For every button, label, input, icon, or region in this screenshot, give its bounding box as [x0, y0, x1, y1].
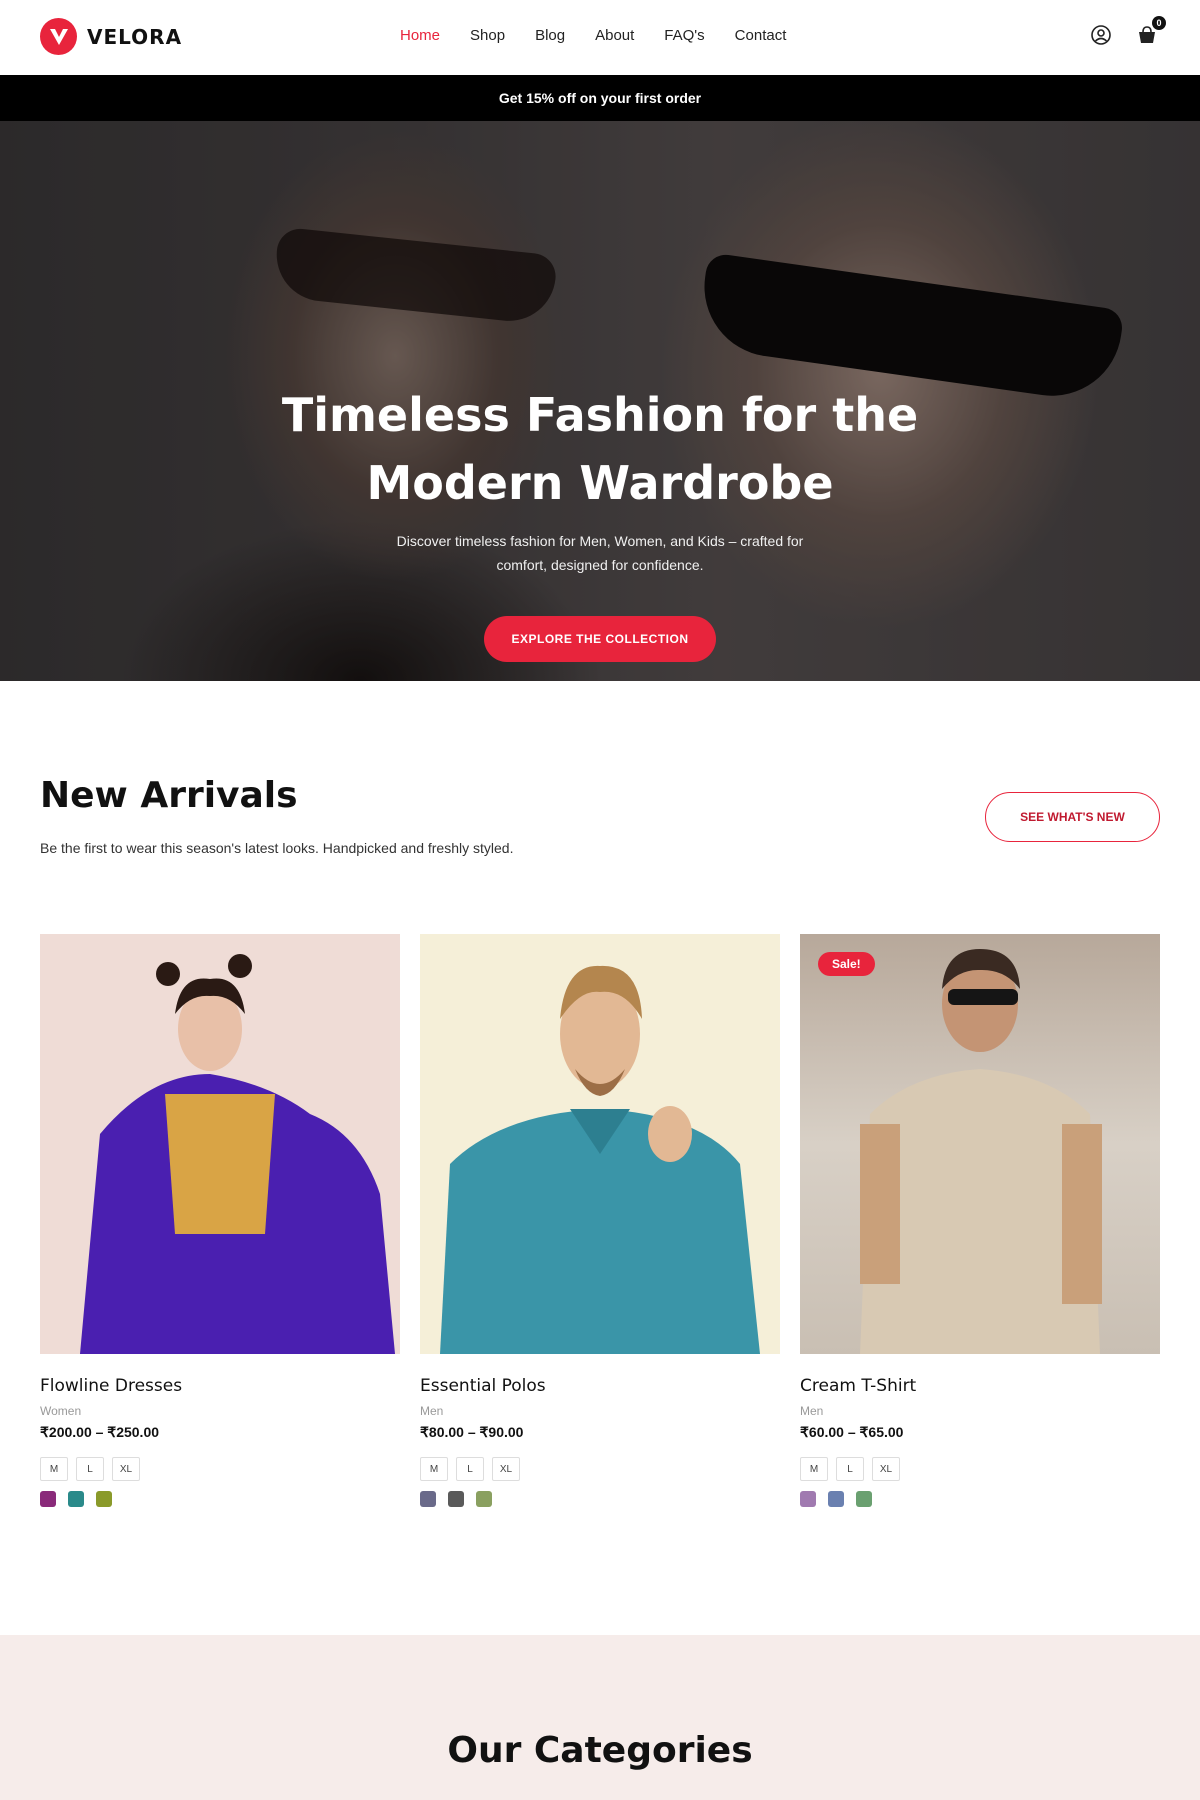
hero-title-line1: Timeless Fashion for the	[281, 388, 919, 442]
color-swatches	[800, 1491, 1160, 1507]
hero-title-line2: Modern Wardrobe	[366, 456, 834, 510]
color-swatches	[420, 1491, 780, 1507]
color-swatch[interactable]	[856, 1491, 872, 1507]
brand-name: VELORA	[87, 24, 183, 49]
color-swatch[interactable]	[800, 1491, 816, 1507]
product-image[interactable]	[40, 934, 400, 1354]
color-swatch[interactable]	[96, 1491, 112, 1507]
size-option[interactable]: XL	[872, 1457, 900, 1481]
main-nav: Home Shop Blog About FAQ's Contact	[400, 27, 816, 44]
nav-item-shop[interactable]: Shop	[470, 27, 505, 44]
color-swatch[interactable]	[420, 1491, 436, 1507]
cart-icon[interactable]: 0	[1134, 16, 1166, 48]
header-icons: 0	[1088, 16, 1166, 48]
color-swatch[interactable]	[448, 1491, 464, 1507]
size-option[interactable]: L	[456, 1457, 484, 1481]
size-options: M L XL	[40, 1457, 400, 1481]
product-image[interactable]: Sale!	[800, 934, 1160, 1354]
size-options: M L XL	[420, 1457, 780, 1481]
product-image[interactable]	[420, 934, 780, 1354]
product-category: Women	[40, 1404, 82, 1418]
brand-logo[interactable]: VELORA	[40, 18, 182, 55]
hero-subtitle: Discover timeless fashion for Men, Women…	[360, 529, 840, 577]
color-swatch[interactable]	[828, 1491, 844, 1507]
hero-title: Timeless Fashion for the Modern Wardrobe	[0, 381, 1200, 517]
promo-bar: Get 15% off on your first order	[0, 75, 1200, 121]
product-price: ₹80.00 – ₹90.00	[420, 1424, 524, 1440]
product-card[interactable]: Flowline Dresses Women ₹200.00 – ₹250.00…	[40, 934, 400, 1507]
product-price: ₹200.00 – ₹250.00	[40, 1424, 160, 1440]
product-price: ₹60.00 – ₹65.00	[800, 1424, 904, 1440]
categories-section: Our Categories	[0, 1635, 1200, 1800]
categories-title: Our Categories	[447, 1730, 753, 1771]
cart-count-badge: 0	[1152, 16, 1166, 30]
hero-banner: Timeless Fashion for the Modern Wardrobe…	[0, 121, 1200, 681]
promo-text: Get 15% off on your first order	[498, 90, 702, 106]
nav-item-contact[interactable]: Contact	[735, 27, 787, 44]
sale-badge: Sale!	[818, 952, 875, 976]
product-card[interactable]: Essential Polos Men ₹80.00 – ₹90.00 M L …	[420, 934, 780, 1507]
size-option[interactable]: L	[836, 1457, 864, 1481]
color-swatch[interactable]	[40, 1491, 56, 1507]
product-card[interactable]: Sale! Cream T-Shirt Men ₹60.00 – ₹65.00 …	[800, 934, 1160, 1507]
user-icon[interactable]	[1088, 22, 1114, 48]
nav-item-about[interactable]: About	[595, 27, 634, 44]
hero-subtitle-line2: comfort, designed for confidence.	[496, 557, 704, 573]
nav-item-blog[interactable]: Blog	[535, 27, 565, 44]
color-swatch[interactable]	[476, 1491, 492, 1507]
color-swatches	[40, 1491, 400, 1507]
size-options: M L XL	[800, 1457, 1160, 1481]
explore-collection-button[interactable]: EXPLORE THE COLLECTION	[484, 616, 716, 662]
see-whats-new-button[interactable]: SEE WHAT'S NEW	[985, 792, 1160, 842]
size-option[interactable]: M	[40, 1457, 68, 1481]
logo-mark-icon	[40, 18, 77, 55]
product-name[interactable]: Flowline Dresses	[40, 1376, 400, 1396]
product-name[interactable]: Cream T-Shirt	[800, 1376, 1160, 1396]
nav-item-home[interactable]: Home	[400, 27, 440, 44]
hero-subtitle-line1: Discover timeless fashion for Men, Women…	[396, 533, 804, 549]
size-option[interactable]: M	[420, 1457, 448, 1481]
color-swatch[interactable]	[68, 1491, 84, 1507]
new-arrivals-title: New Arrivals	[40, 775, 298, 816]
product-category: Men	[800, 1404, 824, 1418]
product-category: Men	[420, 1404, 444, 1418]
nav-item-faqs[interactable]: FAQ's	[664, 27, 704, 44]
new-arrivals-subtitle: Be the first to wear this season's lates…	[40, 840, 514, 856]
site-header: VELORA Home Shop Blog About FAQ's Contac…	[0, 0, 1200, 75]
size-option[interactable]: XL	[112, 1457, 140, 1481]
size-option[interactable]: M	[800, 1457, 828, 1481]
size-option[interactable]: XL	[492, 1457, 520, 1481]
size-option[interactable]: L	[76, 1457, 104, 1481]
product-name[interactable]: Essential Polos	[420, 1376, 780, 1396]
